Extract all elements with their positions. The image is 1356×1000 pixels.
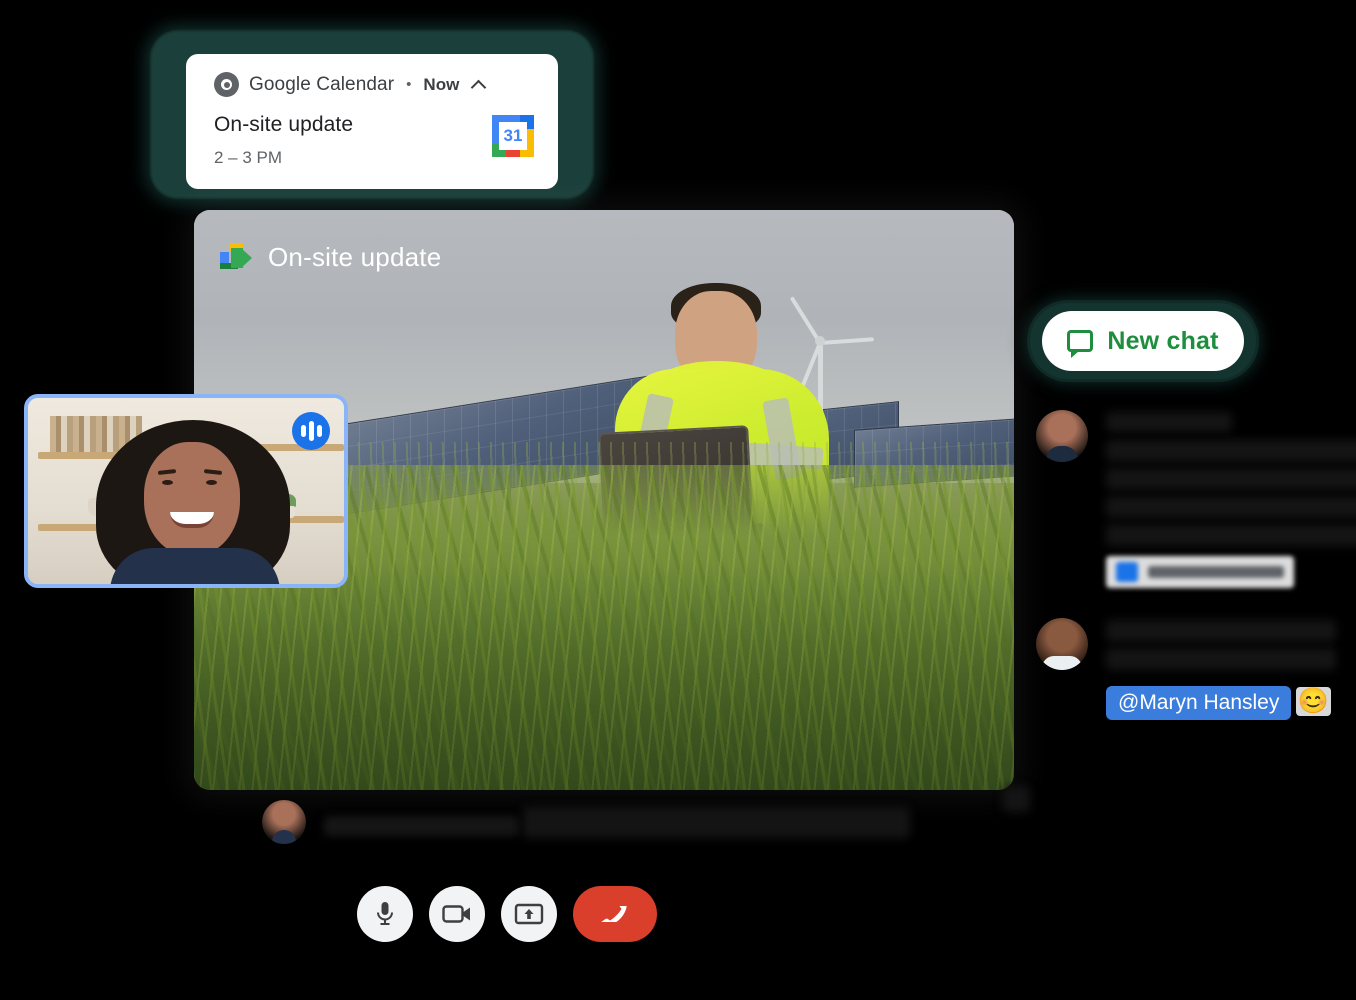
notification-subtitle: 2 – 3 PM bbox=[214, 148, 283, 167]
notification-separator: • bbox=[406, 76, 412, 93]
new-chat-label: New chat bbox=[1107, 326, 1219, 355]
end-call-button[interactable] bbox=[573, 886, 657, 942]
meeting-header: On-site update bbox=[220, 242, 441, 273]
screenshot-stage: Google Calendar • Now On-site update 2 –… bbox=[0, 0, 1356, 1000]
mention-chip[interactable]: @Maryn Hansley bbox=[1106, 686, 1292, 720]
avatar bbox=[1036, 410, 1088, 462]
notification-header: Google Calendar • Now bbox=[214, 72, 538, 97]
live-caption: Redacted speaker name Redacted live capt… bbox=[262, 786, 1030, 844]
notification-title: On-site update bbox=[214, 113, 354, 136]
caption-avatar bbox=[262, 800, 306, 844]
caption-trailing-blur: ■■ bbox=[1003, 786, 1030, 812]
chat-message-line: Redacted bbox=[1106, 648, 1336, 670]
chevron-up-icon[interactable] bbox=[471, 79, 487, 96]
chat-attachment-chip[interactable] bbox=[1106, 556, 1294, 588]
self-view-participant bbox=[88, 420, 298, 584]
chat-message-line: Redacted third message line bbox=[1106, 496, 1356, 518]
chat-message-line: Redacted text. bbox=[1106, 524, 1356, 546]
chrome-icon bbox=[214, 72, 239, 97]
audio-wave-icon bbox=[292, 412, 330, 450]
notification-body: On-site update 2 – 3 PM 31 bbox=[214, 113, 538, 168]
meeting-controls bbox=[0, 886, 1014, 942]
camera-button[interactable] bbox=[429, 886, 485, 942]
present-screen-button[interactable] bbox=[501, 886, 557, 942]
chat-message-line: Redacted second line here bbox=[1106, 468, 1356, 490]
notification-time: Now bbox=[423, 74, 460, 94]
chat-message[interactable]: Redacted name Redacted chat message line… bbox=[1036, 410, 1356, 588]
avatar bbox=[1036, 618, 1088, 670]
google-meet-icon bbox=[220, 242, 252, 273]
chat-attachment-label bbox=[1148, 566, 1284, 578]
microphone-button[interactable] bbox=[357, 886, 413, 942]
calendar-notification-card[interactable]: Google Calendar • Now On-site update 2 –… bbox=[186, 54, 558, 189]
self-view-tile[interactable] bbox=[24, 394, 348, 588]
new-chat-button[interactable]: New chat bbox=[1042, 311, 1244, 371]
chat-message[interactable]: Redacted message Redacted @Maryn Hansley… bbox=[1036, 618, 1336, 720]
meeting-title: On-site update bbox=[268, 242, 442, 272]
chat-message-line: Redacted chat message line one bbox=[1106, 440, 1356, 462]
chat-message-list: Redacted name Redacted chat message line… bbox=[1036, 410, 1356, 750]
chat-bubble-icon bbox=[1067, 330, 1094, 358]
caption-speaker-name: Redacted speaker name bbox=[324, 816, 519, 836]
chat-sender-name: Redacted name bbox=[1106, 412, 1232, 432]
emoji-reaction[interactable]: 😊 bbox=[1295, 687, 1331, 716]
caption-text: Redacted live caption text line bbox=[523, 807, 911, 838]
google-calendar-icon: 31 bbox=[492, 115, 534, 157]
chat-message-line: Redacted message bbox=[1106, 620, 1336, 642]
file-attachment-icon bbox=[1116, 562, 1138, 582]
notification-app-name: Google Calendar bbox=[249, 73, 395, 95]
calendar-day-number: 31 bbox=[503, 126, 523, 145]
